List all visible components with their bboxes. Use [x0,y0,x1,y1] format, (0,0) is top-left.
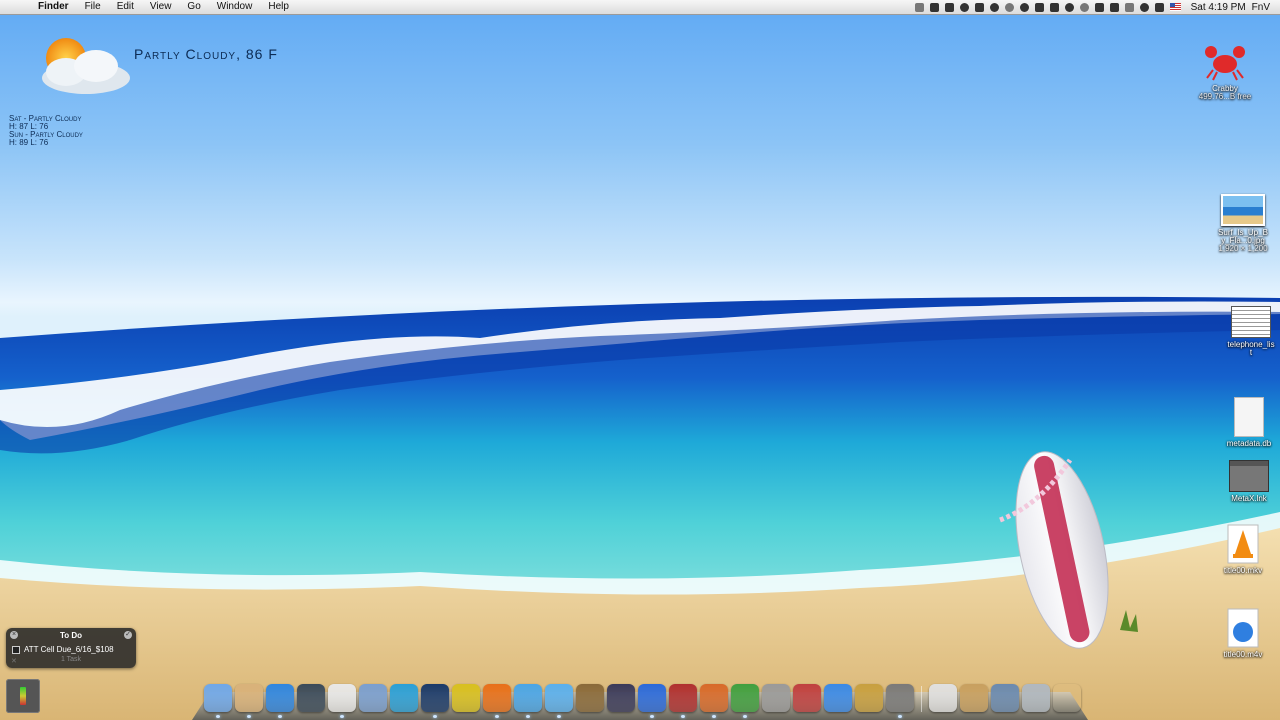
mpeg4-music-icon [1227,608,1259,648]
todo-title: To Do [59,631,83,640]
menu-file[interactable]: File [77,0,109,14]
system-tool-icon[interactable] [793,684,821,712]
window-thumbnail-icon [1229,460,1269,492]
desktop-icon-metadata-db[interactable]: metadata.db [1217,397,1280,448]
display-icon[interactable] [1109,2,1119,12]
calculator-icon[interactable] [886,684,914,718]
crab-icon [1205,46,1245,81]
menu-bar: Finder File Edit View Go Window Help Sat… [0,0,1280,15]
iphoto-icon[interactable] [576,684,604,712]
desktop: Finder File Edit View Go Window Help Sat… [0,0,1280,720]
terminal-icon[interactable] [974,2,984,12]
finder-icon[interactable] [204,684,232,718]
dots-icon[interactable] [1124,2,1134,12]
desktop-icon-title00-m4v[interactable]: title00.m4v [1211,608,1275,659]
todo-widget: × ✓ To Do ATT Cell Due_6/16_$108 1 Task … [6,628,136,668]
menu-help[interactable]: Help [260,0,297,14]
arrow-icon[interactable] [1034,2,1044,12]
gauge-icon[interactable] [1019,2,1029,12]
mkv-icon[interactable] [731,684,759,718]
pen-tool-icon[interactable] [607,684,635,712]
icon-label-line2: t [1249,348,1253,357]
desktop-icon-metax-lnk[interactable]: MetaX.lnk [1217,460,1280,503]
keychain-lock-icon[interactable] [855,684,883,712]
desktop-icon-title00-mkv[interactable]: title00.mkv [1211,524,1275,575]
icon-sublabel: 1,920 × 1,200 [1218,244,1268,253]
activity-monitor-widget[interactable] [6,679,40,713]
image-thumbnail-icon [1221,194,1265,226]
menu-window[interactable]: Window [209,0,261,14]
close-icon[interactable]: × [10,631,18,639]
firefox-icon[interactable] [483,684,511,718]
wifi-icon[interactable] [1139,2,1149,12]
preview-icon[interactable] [359,684,387,712]
checkmark-icon[interactable] [989,2,999,12]
task-label: ATT Cell Due_6/16_$108 [24,645,114,654]
vlc-cone-icon [1227,524,1259,564]
checkmark-icon[interactable]: ✓ [124,631,132,639]
us-flag-icon[interactable] [1169,3,1181,11]
time-machine-icon[interactable] [1079,2,1089,12]
task-count: 1 Task [60,656,82,663]
itunes-icon[interactable] [545,684,573,718]
forecast-temps: H: 89 L: 76 [9,138,49,147]
desktop-icon-crabby[interactable]: Crabby 499.76...B free [1193,42,1257,101]
calendar-icon[interactable] [328,684,356,718]
icon-sublabel: 499.76...B free [1198,92,1252,101]
cloud-icon[interactable] [1004,2,1014,12]
cog-box-icon[interactable] [1049,2,1059,12]
icon-label: metadata.db [1226,439,1272,448]
safari-icon[interactable] [514,684,542,718]
photoshop-icon[interactable] [421,684,449,718]
desktop-icon-surf-jpg[interactable]: Surf_Is_Up_B y_Fla...0.jpg 1,920 × 1,200 [1211,194,1275,253]
word-icon[interactable] [638,684,666,718]
document-icon [1234,397,1264,437]
desktop-icon-telephone-list[interactable]: telephone_lis t [1219,306,1280,357]
app-store-icon[interactable] [266,684,294,718]
screen-window-icon[interactable] [991,684,1019,712]
palm-tree-app-icon[interactable] [700,684,728,718]
vmware-icon[interactable] [669,684,697,718]
menu-go[interactable]: Go [179,0,208,14]
folder-icon[interactable] [960,684,988,712]
weather-forecast: Sat - Partly Cloudy H: 87 L: 76 Sun - Pa… [9,115,83,147]
menu-view[interactable]: View [142,0,180,14]
bluetooth-icon[interactable] [1094,2,1104,12]
partly-cloudy-icon [42,38,130,94]
dock-separator [921,686,922,712]
facetime-icon[interactable] [297,684,325,712]
wallpaper-beach [0,290,1280,720]
menu-clock[interactable]: Sat 4:19 PM [1191,2,1246,13]
spreadsheet-icon [1231,306,1271,338]
wrench-icon[interactable]: ✕ [11,657,17,665]
icon-label: title00.m4v [1223,650,1263,659]
task-checkbox[interactable] [12,645,20,654]
windows-copy-icon[interactable] [929,2,939,12]
trash-icon[interactable] [1053,684,1081,712]
network-globe-icon[interactable] [390,684,418,712]
weather-current: Partly Cloudy, 86 F [134,46,278,62]
document-icon[interactable] [929,684,957,712]
facebook-icon[interactable] [914,2,924,12]
dock [204,678,1081,718]
disk-utility-icon[interactable] [762,684,790,712]
wifi-icon[interactable] [824,684,852,712]
icon-label: title00.mkv [1223,566,1263,575]
todo-task[interactable]: ATT Cell Due_6/16_$108 [6,640,136,654]
menu-finder[interactable]: Finder [30,0,77,14]
fireworks-icon[interactable] [452,684,480,712]
menu-edit[interactable]: Edit [109,0,142,14]
sync-icon[interactable] [1064,2,1074,12]
desktop-stack-icon[interactable] [1022,684,1050,712]
menu-user[interactable]: FnV [1252,2,1270,13]
volume-icon[interactable] [1154,2,1164,12]
bowtie-icon[interactable] [944,2,954,12]
icon-label: MetaX.lnk [1231,494,1267,503]
evernote-icon[interactable] [959,2,969,12]
mail-stamp-icon[interactable] [235,684,263,718]
status-area: Sat 4:19 PM FnV [914,2,1280,13]
